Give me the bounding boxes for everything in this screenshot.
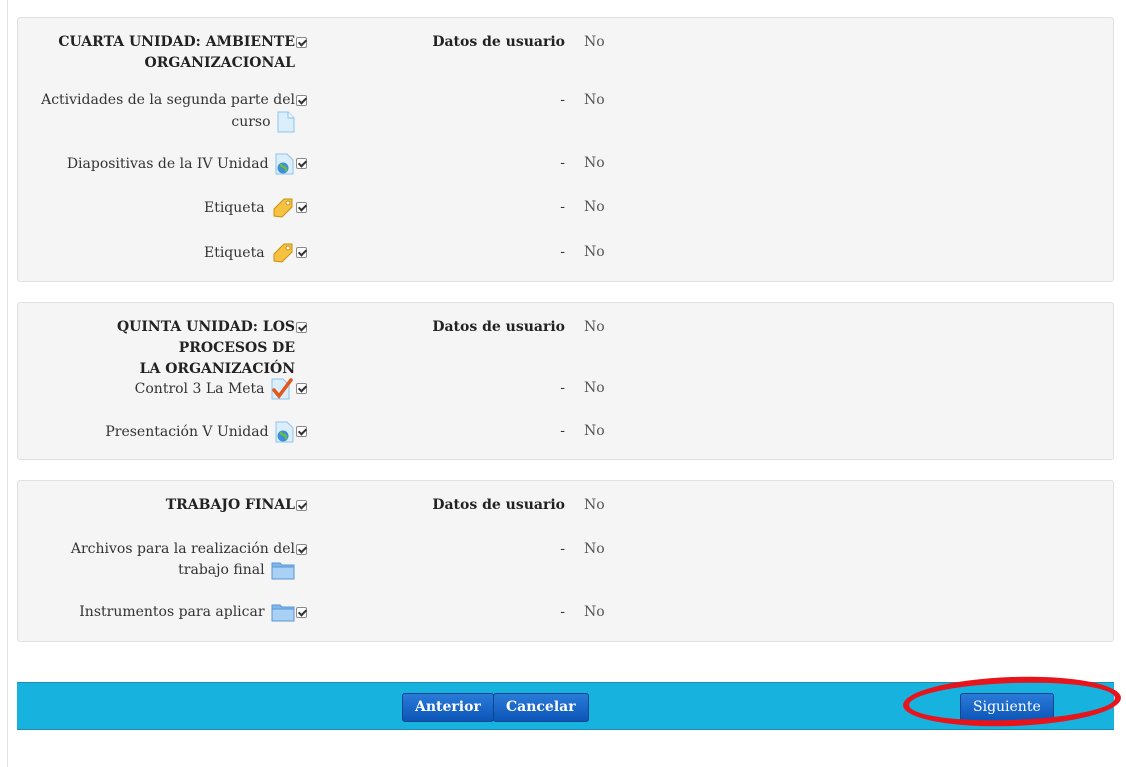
page-left-border <box>7 0 8 767</box>
section-include-checkbox[interactable] <box>296 322 307 333</box>
section-title: CUARTA UNIDAD: AMBIENTE ORGANIZACIONAL <box>58 34 295 71</box>
label-tag-icon <box>273 198 293 218</box>
activity-label: Archivos para la realización del trabajo … <box>70 541 295 580</box>
activity-label: Etiqueta <box>25 197 295 219</box>
section-cuarta-unidad: CUARTA UNIDAD: AMBIENTE ORGANIZACIONAL Da… <box>17 17 1114 282</box>
activity-include-checkbox[interactable] <box>296 544 307 555</box>
activity-label: Presentación V Unidad <box>25 421 295 443</box>
user-data-value: No <box>584 604 605 620</box>
user-data-label: Datos de usuario <box>432 319 565 335</box>
activity-label: Actividades de la segunda parte del curso <box>25 90 295 133</box>
activity-include-checkbox[interactable] <box>296 607 307 618</box>
file-icon <box>277 111 295 133</box>
activity-label: Etiqueta <box>25 242 295 264</box>
cancel-button[interactable]: Cancelar <box>493 693 589 722</box>
section-title: TRABAJO FINAL <box>165 497 295 513</box>
activity-label: Diapositivas de la IV Unidad <box>25 153 295 175</box>
user-data-value: No <box>584 423 605 439</box>
user-data-value: No <box>584 244 605 260</box>
activity-include-checkbox[interactable] <box>296 383 307 394</box>
activity-include-checkbox[interactable] <box>296 426 307 437</box>
user-data-value: No <box>584 92 605 108</box>
activity-include-checkbox[interactable] <box>296 202 307 213</box>
folder-icon <box>271 562 295 580</box>
activity-include-checkbox[interactable] <box>296 95 307 106</box>
activity-include-checkbox[interactable] <box>296 158 307 169</box>
user-data-dash: - <box>560 244 565 260</box>
user-data-dash: - <box>560 155 565 171</box>
section-quinta-unidad: QUINTA UNIDAD: LOS PROCESOS DE LA ORGANIZ… <box>17 302 1114 460</box>
next-button[interactable]: Siguiente <box>960 693 1054 722</box>
user-data-dash: - <box>560 92 565 108</box>
section-include-checkbox[interactable] <box>296 37 307 48</box>
user-data-value: No <box>584 497 605 513</box>
section-title: QUINTA UNIDAD: LOS PROCESOS DE LA ORGANIZ… <box>116 319 295 377</box>
form-buttons-bar: Anterior Cancelar Siguiente <box>17 682 1114 730</box>
user-data-label: Datos de usuario <box>432 34 565 50</box>
user-data-value: No <box>584 199 605 215</box>
user-data-value: No <box>584 155 605 171</box>
url-globe-icon <box>275 153 294 175</box>
user-data-value: No <box>584 34 605 50</box>
user-data-value: No <box>584 380 605 396</box>
activity-label: Control 3 La Meta <box>25 378 295 400</box>
url-globe-icon <box>275 421 294 443</box>
user-data-dash: - <box>560 380 565 396</box>
user-data-dash: - <box>560 423 565 439</box>
section-include-checkbox[interactable] <box>296 500 307 511</box>
user-data-value: No <box>584 319 605 335</box>
user-data-dash: - <box>560 199 565 215</box>
label-tag-icon <box>273 243 293 263</box>
section-trabajo-final: TRABAJO FINAL Datos de usuario No Archiv… <box>17 480 1114 642</box>
user-data-dash: - <box>560 604 565 620</box>
user-data-dash: - <box>560 541 565 557</box>
folder-icon <box>271 604 295 622</box>
previous-button[interactable]: Anterior <box>402 693 494 722</box>
activity-label: Instrumentos para aplicar <box>25 602 295 623</box>
assignment-check-icon <box>271 378 293 400</box>
activity-include-checkbox[interactable] <box>296 247 307 258</box>
user-data-label: Datos de usuario <box>432 497 565 513</box>
user-data-value: No <box>584 541 605 557</box>
